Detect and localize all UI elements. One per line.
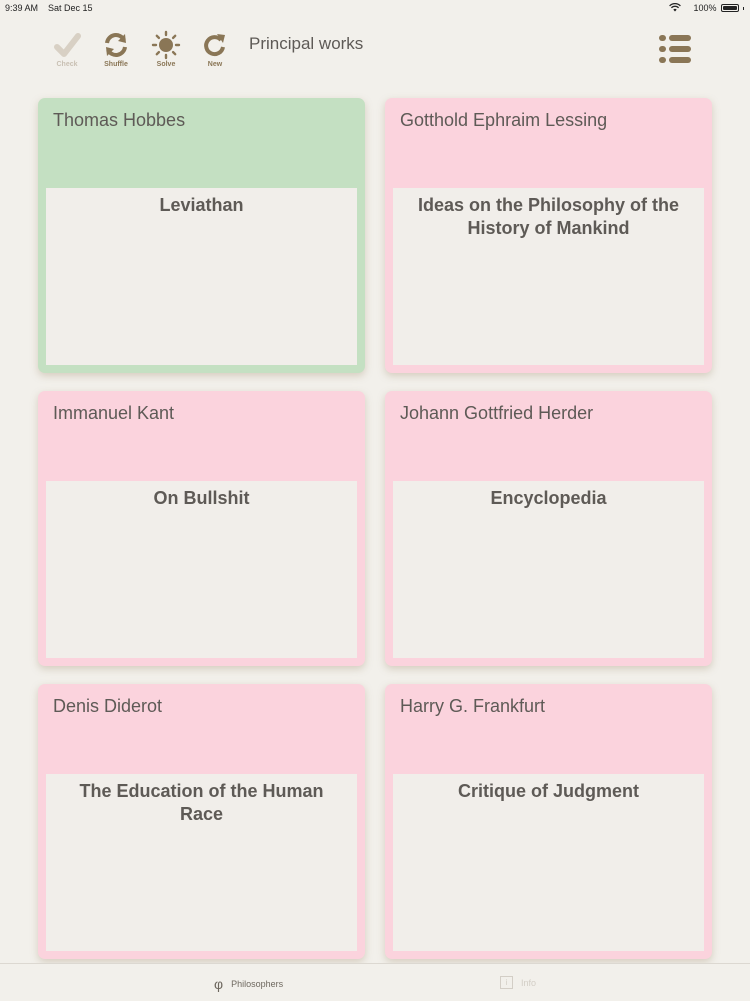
philosopher-name: Immanuel Kant	[53, 403, 175, 423]
work-drop-zone[interactable]: Leviathan	[46, 188, 357, 365]
work-drop-zone[interactable]: Encyclopedia	[393, 481, 704, 658]
philosopher-card[interactable]: Immanuel Kant On Bullshit	[38, 391, 365, 666]
work-drop-zone[interactable]: On Bullshit	[46, 481, 357, 658]
shuffle-icon	[105, 33, 127, 57]
tab-label: Philosophers	[231, 979, 284, 989]
info-icon: i	[500, 976, 513, 989]
status-bar: 9:39 AM Sat Dec 15 100%	[0, 0, 750, 16]
new-label: New	[207, 61, 223, 68]
solve-label: Solve	[156, 61, 176, 68]
solve-button[interactable]: Solve	[144, 30, 188, 68]
philosopher-name: Thomas Hobbes	[53, 110, 186, 130]
check-label: Check	[56, 61, 78, 68]
tab-label: Info	[521, 977, 537, 988]
battery-icon	[720, 4, 739, 12]
philosopher-card[interactable]: Thomas Hobbes Leviathan	[38, 98, 365, 373]
shuffle-button[interactable]: Shuffle	[94, 30, 138, 68]
tab-bar: φ Philosophers i Info	[0, 963, 750, 1001]
work-drop-zone[interactable]: Critique of Judgment	[393, 774, 704, 951]
philosopher-card[interactable]: Gotthold Ephraim Lessing Ideas on the Ph…	[385, 98, 712, 373]
wifi-icon	[669, 3, 681, 14]
new-button[interactable]: New	[193, 30, 237, 68]
refresh-icon	[204, 34, 225, 57]
status-time: 9:39 AM	[5, 3, 39, 13]
check-icon	[54, 33, 81, 57]
work-drop-zone[interactable]: Ideas on the Philosophy of the History o…	[393, 188, 704, 365]
philosopher-name: Johann Gottfried Herder	[400, 403, 594, 423]
phi-icon: φ	[214, 976, 224, 992]
philosopher-name: Harry G. Frankfurt	[400, 696, 546, 716]
sun-icon	[151, 30, 181, 60]
list-menu-button[interactable]	[656, 32, 694, 68]
philosopher-card[interactable]: Johann Gottfried Herder Encyclopedia	[385, 391, 712, 666]
shuffle-label: Shuffle	[104, 61, 128, 68]
battery-percent: 100%	[693, 3, 717, 13]
tab-info[interactable]: i Info	[500, 976, 536, 989]
status-date: Sat Dec 15	[48, 3, 93, 13]
work-drop-zone[interactable]: The Education of the Human Race	[46, 774, 357, 951]
philosopher-name: Denis Diderot	[53, 696, 163, 716]
check-button[interactable]: Check	[45, 30, 89, 68]
list-icon	[659, 35, 691, 63]
philosopher-card[interactable]: Denis Diderot The Education of the Human…	[38, 684, 365, 959]
philosopher-card[interactable]: Harry G. Frankfurt Critique of Judgment	[385, 684, 712, 959]
philosopher-name: Gotthold Ephraim Lessing	[400, 110, 608, 130]
page-title: Principal works	[249, 34, 364, 53]
tab-philosophers[interactable]: φ Philosophers	[214, 976, 283, 992]
